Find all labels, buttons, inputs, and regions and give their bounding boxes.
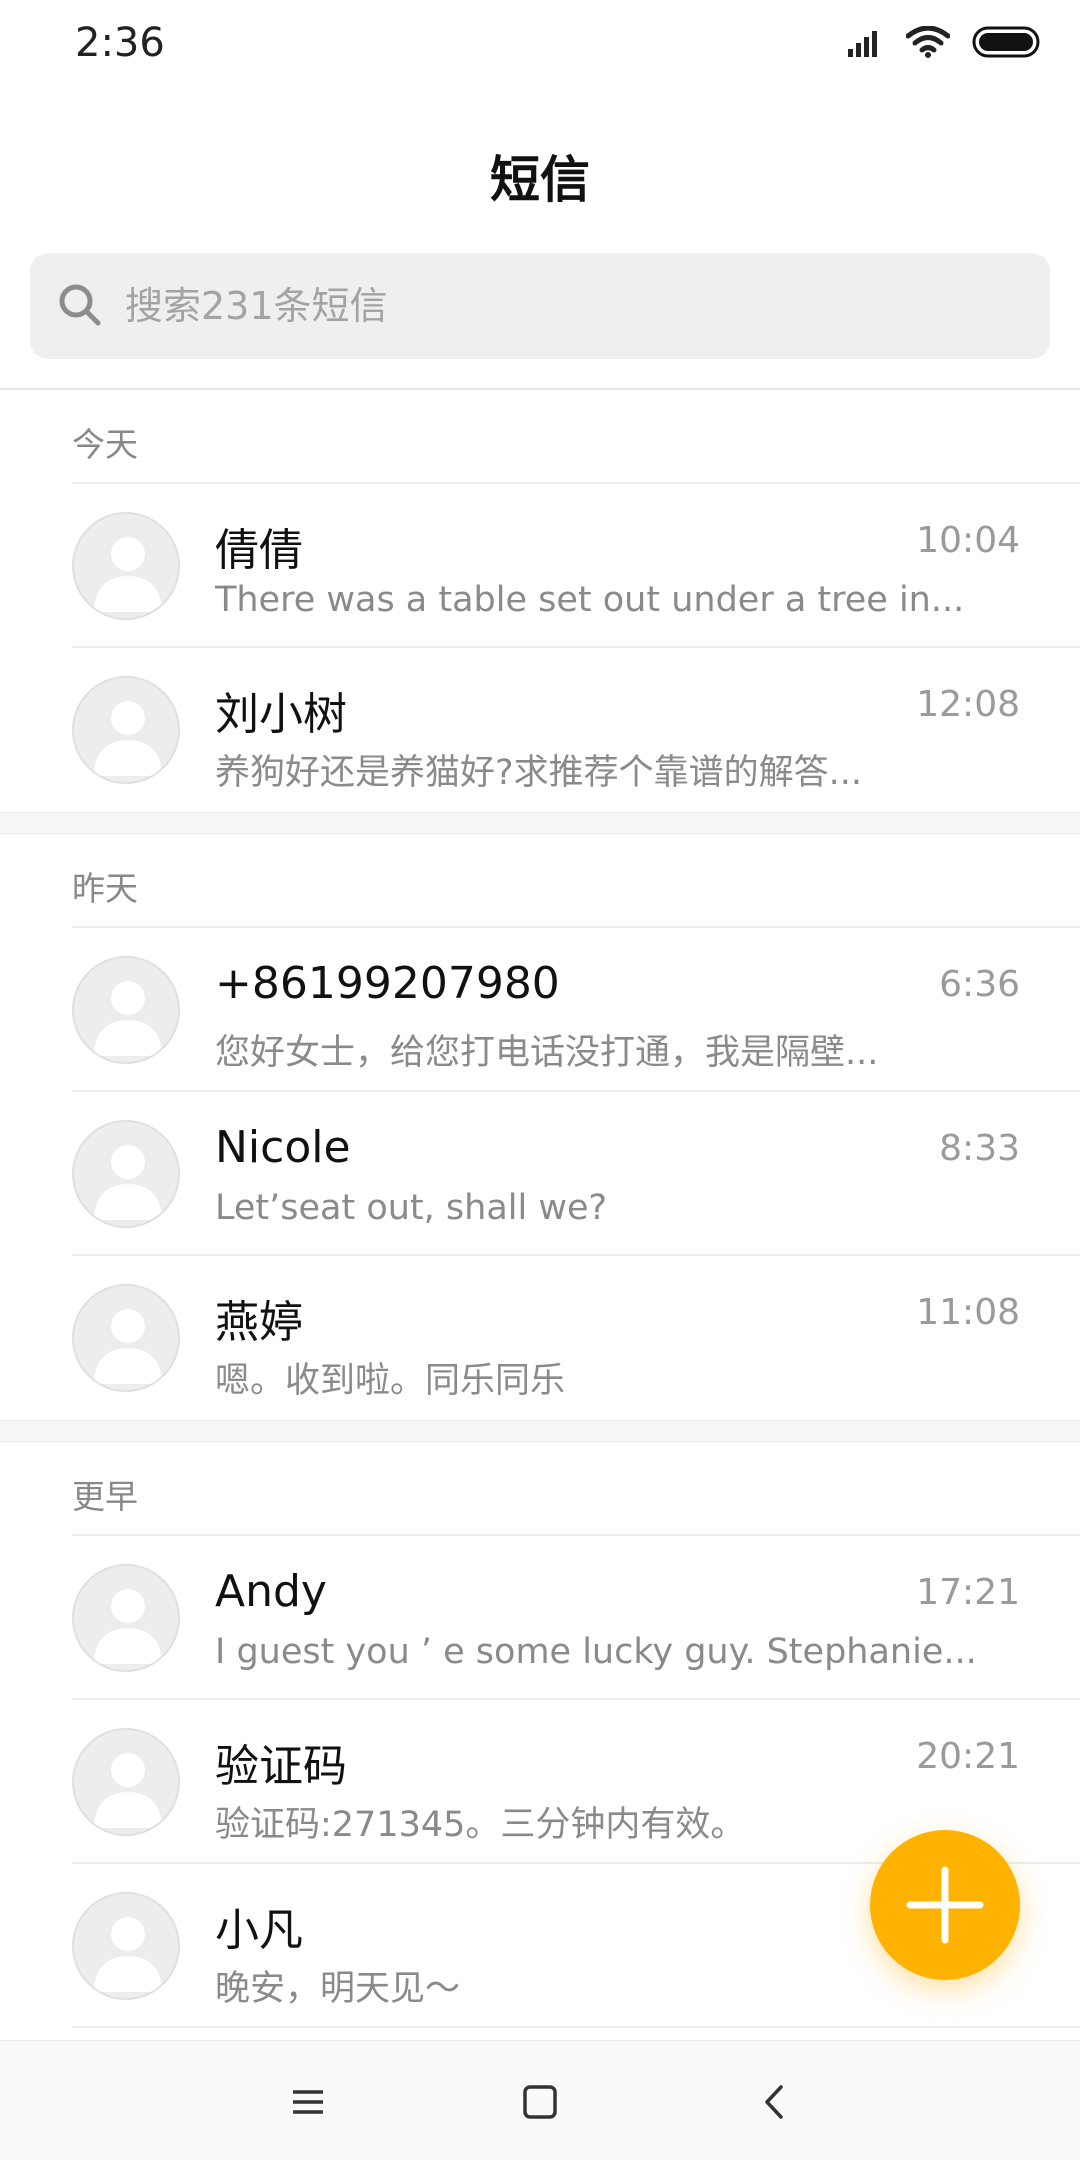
contact-name: Nicole <box>215 1122 351 1173</box>
conversation-row[interactable]: 倩倩 There was a table set out under a tre… <box>0 484 1080 648</box>
divider <box>72 2026 1080 2028</box>
message-preview: 晚安，明天见～ <box>215 1969 461 2009</box>
new-message-button[interactable] <box>870 1830 1020 1980</box>
section-header-earlier: 更早 <box>72 1477 138 1516</box>
avatar <box>72 1728 180 1836</box>
message-preview: There was a table set out under a tree i… <box>215 580 965 620</box>
conversation-row[interactable]: Andy I guest you ’ e some lucky guy. Ste… <box>0 1536 1080 1700</box>
message-time: 11:08 <box>916 1292 1020 1333</box>
section-separator <box>0 1420 1080 1442</box>
status-time: 2:36 <box>75 20 165 66</box>
message-preview: Let’seat out, shall we? <box>215 1188 608 1228</box>
avatar <box>72 1892 180 2000</box>
person-icon <box>94 1309 162 1384</box>
person-icon <box>94 981 162 1056</box>
person-icon <box>94 1589 162 1664</box>
avatar <box>72 512 180 620</box>
contact-name: 验证码 <box>215 1741 347 1792</box>
search-input[interactable] <box>125 253 1005 359</box>
signal-icon <box>848 31 877 57</box>
message-time: 10:04 <box>916 520 1020 561</box>
avatar <box>72 1120 180 1228</box>
contact-name: 倩倩 <box>215 525 303 576</box>
message-preview: 嗯。收到啦。同乐同乐 <box>215 1361 566 1401</box>
back-icon[interactable] <box>750 2077 800 2127</box>
divider <box>0 388 1080 390</box>
page-title: 短信 <box>490 151 590 209</box>
person-icon <box>94 537 162 612</box>
message-preview: I guest you ’ e some lucky guy. Stephani… <box>215 1632 975 1672</box>
message-time: 12:08 <box>916 684 1020 725</box>
home-icon[interactable] <box>515 2077 565 2127</box>
contact-name: 刘小树 <box>215 689 347 740</box>
search-bar[interactable] <box>30 253 1050 359</box>
navigation-bar <box>0 2040 1080 2160</box>
section-separator <box>0 812 1080 834</box>
person-icon <box>94 701 162 776</box>
battery-icon <box>972 26 1040 58</box>
plus-icon <box>906 1866 984 1944</box>
menu-icon[interactable] <box>283 2077 333 2127</box>
avatar <box>72 676 180 784</box>
message-preview: 您好女士，给您打电话没打通，我是隔壁... <box>215 1033 879 1073</box>
status-bar: 2:36 <box>0 0 1080 90</box>
conversation-row[interactable]: 刘小树 养狗好还是养猫好?求推荐个靠谱的解答... 12:08 <box>0 648 1080 812</box>
conversation-row[interactable]: 燕婷 嗯。收到啦。同乐同乐 11:08 <box>0 1256 1080 1420</box>
avatar <box>72 1284 180 1392</box>
search-icon <box>59 284 101 326</box>
message-time: 17:21 <box>916 1572 1020 1613</box>
person-icon <box>94 1145 162 1220</box>
status-icons <box>848 26 1040 58</box>
conversation-row[interactable]: +86199207980 您好女士，给您打电话没打通，我是隔壁... 6:36 <box>0 928 1080 1092</box>
avatar <box>72 956 180 1064</box>
section-header-yesterday: 昨天 <box>72 869 138 908</box>
contact-name: 小凡 <box>215 1905 303 1956</box>
message-preview: 验证码:271345。三分钟内有效。 <box>215 1805 746 1845</box>
contact-name: +86199207980 <box>215 958 560 1009</box>
message-time: 8:33 <box>939 1128 1020 1169</box>
wifi-icon <box>906 26 950 58</box>
contact-name: Andy <box>215 1566 327 1617</box>
avatar <box>72 1564 180 1672</box>
contact-name: 燕婷 <box>215 1297 303 1348</box>
message-preview: 养狗好还是养猫好?求推荐个靠谱的解答... <box>215 753 862 793</box>
message-time: 20:21 <box>916 1736 1020 1777</box>
message-time: 6:36 <box>939 964 1020 1005</box>
person-icon <box>94 1917 162 1992</box>
conversation-row[interactable]: Nicole Let’seat out, shall we? 8:33 <box>0 1092 1080 1256</box>
section-header-today: 今天 <box>72 425 138 464</box>
person-icon <box>94 1753 162 1828</box>
messages-screen: 2:36 短信 搜索231条短信 今天 倩倩 There was a table… <box>0 0 1080 2160</box>
